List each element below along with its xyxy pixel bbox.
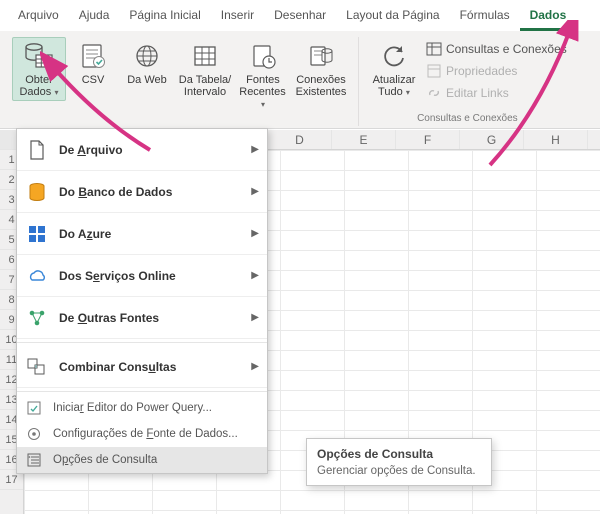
combine-queries-icon xyxy=(25,355,49,379)
tab-pagina-inicial[interactable]: Página Inicial xyxy=(119,4,210,31)
menu-label: Iniciar Editor do Power Query... xyxy=(53,402,259,414)
menu-label: Configurações de Fonte de Dados... xyxy=(53,428,259,440)
tab-inserir[interactable]: Inserir xyxy=(211,4,264,31)
group-label-consultas: Consultas e Conexões xyxy=(365,111,570,126)
table-icon xyxy=(189,40,221,72)
column-header[interactable]: H xyxy=(524,130,588,149)
chevron-right-icon: ▶ xyxy=(251,144,259,155)
menu-opcoes-consulta[interactable]: Opções de Consulta xyxy=(17,447,267,473)
menu-label: Opções de Consulta xyxy=(53,454,259,466)
menu-label: Do Azure xyxy=(59,227,241,241)
menu-label: Combinar Consultas xyxy=(59,360,241,374)
tooltip-body: Gerenciar opções de Consulta. xyxy=(317,465,481,477)
menu-combinar-consultas[interactable]: Combinar Consultas ▶ xyxy=(17,346,267,388)
chevron-right-icon: ▶ xyxy=(251,361,259,372)
menu-dos-servicos-online[interactable]: Dos Serviços Online ▶ xyxy=(17,255,267,297)
tab-desenhar[interactable]: Desenhar xyxy=(264,4,336,31)
editar-links-label: Editar Links xyxy=(446,86,509,100)
edit-links-icon xyxy=(426,85,442,101)
tab-formulas[interactable]: Fórmulas xyxy=(450,4,520,31)
menu-do-azure[interactable]: Do Azure ▶ xyxy=(17,213,267,255)
menu-label: De Arquivo xyxy=(59,143,241,157)
power-query-editor-icon xyxy=(25,399,43,417)
conexoes-existentes-button[interactable]: Conexões Existentes xyxy=(290,37,352,101)
data-source-settings-icon xyxy=(25,425,43,443)
menu-label: Dos Serviços Online xyxy=(59,269,241,283)
menu-de-outras-fontes[interactable]: De Outras Fontes ▶ xyxy=(17,297,267,339)
propriedades-label: Propriedades xyxy=(446,64,517,78)
consultas-conexoes-button[interactable]: Consultas e Conexões xyxy=(423,39,570,59)
tooltip: Opções de Consulta Gerenciar opções de C… xyxy=(306,438,492,486)
properties-icon xyxy=(426,63,442,79)
ribbon: Obter Dados ▾ CSV Da Web Da Tabela/ Inte… xyxy=(0,31,600,129)
menu-config-fonte-dados[interactable]: Configurações de Fonte de Dados... xyxy=(17,421,267,447)
csv-button[interactable]: CSV xyxy=(66,37,120,89)
refresh-icon xyxy=(378,40,410,72)
globe-icon xyxy=(131,40,163,72)
column-header[interactable]: G xyxy=(460,130,524,149)
chevron-down-icon: ▾ xyxy=(52,88,58,97)
ribbon-tabs: Arquivo Ajuda Página Inicial Inserir Des… xyxy=(0,0,600,31)
menu-separator xyxy=(17,342,267,343)
propriedades-button[interactable]: Propriedades xyxy=(423,61,570,81)
text-csv-icon xyxy=(77,40,109,72)
da-web-label: Da Web xyxy=(127,74,167,86)
file-icon xyxy=(25,138,49,162)
fontes-recentes-label: Fontes Recentes xyxy=(239,74,285,98)
query-options-icon xyxy=(25,451,43,469)
database-orange-icon xyxy=(25,180,49,204)
menu-iniciar-editor-power-query[interactable]: Iniciar Editor do Power Query... xyxy=(17,395,267,421)
other-sources-icon xyxy=(25,306,49,330)
column-header[interactable]: E xyxy=(332,130,396,149)
atualizar-tudo-button[interactable]: Atualizar Tudo ▾ xyxy=(365,37,423,101)
obter-dados-button[interactable]: Obter Dados ▾ xyxy=(12,37,66,101)
tab-layout[interactable]: Layout da Página xyxy=(336,4,449,31)
tab-arquivo[interactable]: Arquivo xyxy=(8,4,69,31)
menu-de-arquivo[interactable]: De Arquivo ▶ xyxy=(17,129,267,171)
menu-label: Do Banco de Dados xyxy=(59,185,241,199)
chevron-right-icon: ▶ xyxy=(251,228,259,239)
da-web-button[interactable]: Da Web xyxy=(120,37,174,89)
tab-ajuda[interactable]: Ajuda xyxy=(69,4,120,31)
recent-sources-icon xyxy=(247,40,279,72)
menu-label: De Outras Fontes xyxy=(59,311,241,325)
ribbon-group-obter-transformar: Obter Dados ▾ CSV Da Web Da Tabela/ Inte… xyxy=(6,37,359,126)
da-tabela-button[interactable]: Da Tabela/ Intervalo xyxy=(174,37,236,101)
existing-connections-icon xyxy=(305,40,337,72)
chevron-down-icon: ▾ xyxy=(404,88,410,97)
menu-separator xyxy=(17,391,267,392)
group-label-empty xyxy=(12,122,352,126)
column-header[interactable]: D xyxy=(268,130,332,149)
da-tabela-label: Da Tabela/ Intervalo xyxy=(177,74,233,98)
obter-dados-menu: De Arquivo ▶ Do Banco de Dados ▶ Do Azur… xyxy=(16,128,268,474)
column-header[interactable]: F xyxy=(396,130,460,149)
csv-label: CSV xyxy=(82,74,105,86)
tab-dados[interactable]: Dados xyxy=(520,4,577,31)
chevron-right-icon: ▶ xyxy=(251,270,259,281)
chevron-right-icon: ▶ xyxy=(251,312,259,323)
tooltip-title: Opções de Consulta xyxy=(317,447,481,461)
ribbon-group-consultas-conexoes: Atualizar Tudo ▾ Consultas e Conexões Pr… xyxy=(359,37,576,126)
queries-connections-icon xyxy=(426,41,442,57)
cloud-icon xyxy=(25,264,49,288)
chevron-right-icon: ▶ xyxy=(251,186,259,197)
conexoes-existentes-label: Conexões Existentes xyxy=(293,74,349,98)
fontes-recentes-button[interactable]: Fontes Recentes ▾ xyxy=(236,37,290,113)
azure-icon xyxy=(25,222,49,246)
menu-do-banco-de-dados[interactable]: Do Banco de Dados ▶ xyxy=(17,171,267,213)
consultas-conexoes-label: Consultas e Conexões xyxy=(446,42,567,56)
database-table-icon xyxy=(23,40,55,72)
chevron-down-icon: ▾ xyxy=(261,100,265,109)
obter-dados-label: Obter Dados xyxy=(19,74,52,98)
editar-links-button[interactable]: Editar Links xyxy=(423,83,570,103)
